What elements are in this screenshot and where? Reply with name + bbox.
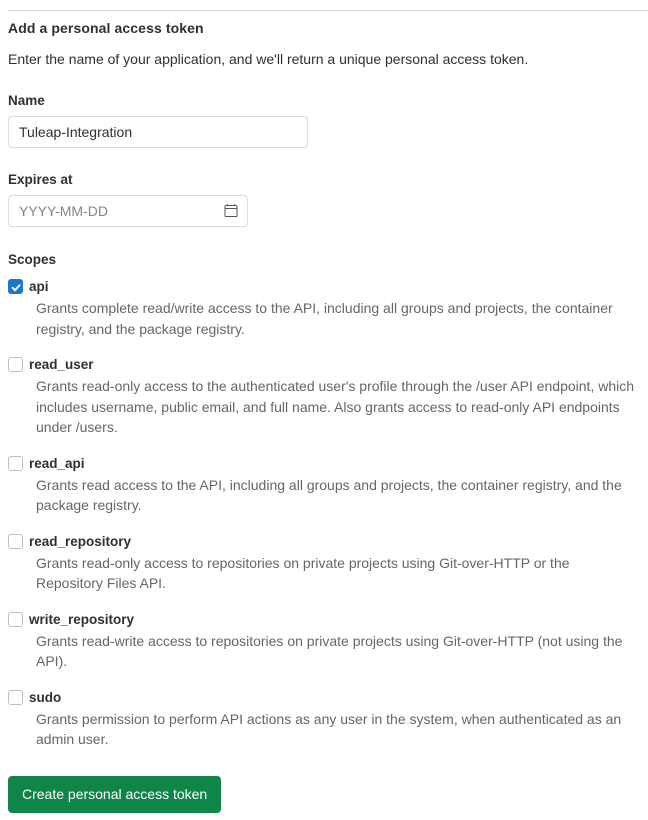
page-title: Add a personal access token [8,20,204,36]
scope-name[interactable]: sudo [29,688,640,707]
scope-description: Grants read-only access to the authentic… [36,378,635,435]
scope-item-write-repository: write_repository Grants read-write acces… [8,610,640,672]
scope-checkbox-write-repository[interactable] [8,611,23,627]
create-personal-access-token-button[interactable]: Create personal access token [8,775,222,813]
scope-item-read-api: read_api Grants read access to the API, … [8,454,640,516]
name-field-label: Name [8,93,45,108]
scope-name[interactable]: write_repository [29,610,640,629]
scope-name[interactable]: read_repository [29,532,640,551]
scopes-list: api Grants complete read/write access to… [8,277,640,750]
form-description: Enter the name of your application, and … [8,51,529,67]
scope-description: Grants read-write access to repositories… [36,632,623,670]
scope-description: Grants read-only access to repositories … [36,554,570,592]
scope-checkbox-sudo[interactable] [8,689,23,705]
scope-description: Grants permission to perform API actions… [36,710,622,748]
scope-checkbox-api[interactable] [8,279,23,294]
personal-access-token-form: Add a personal access token Enter the na… [0,0,648,813]
name-input[interactable] [8,116,308,148]
scope-item-read-user: read_user Grants read-only access to the… [8,355,640,438]
scope-checkbox-read-user[interactable] [8,357,23,372]
scope-checkbox-read-repository[interactable] [8,533,23,549]
expires-at-field [8,195,248,227]
scope-name[interactable]: read_api [29,454,640,473]
scope-name[interactable]: api [29,277,640,296]
scope-description: Grants read access to the API, including… [36,476,622,514]
scope-item-read-repository: read_repository Grants read-only access … [8,532,640,594]
scope-description: Grants complete read/write access to the… [36,300,613,337]
scope-item-api: api Grants complete read/write access to… [8,277,640,339]
expires-field-label: Expires at [8,172,73,187]
scope-item-sudo: sudo Grants permission to perform API ac… [8,688,640,750]
expires-at-input[interactable] [8,195,248,227]
scopes-label: Scopes [8,252,57,267]
scope-checkbox-read-api[interactable] [8,455,23,471]
scope-name[interactable]: read_user [29,355,640,374]
